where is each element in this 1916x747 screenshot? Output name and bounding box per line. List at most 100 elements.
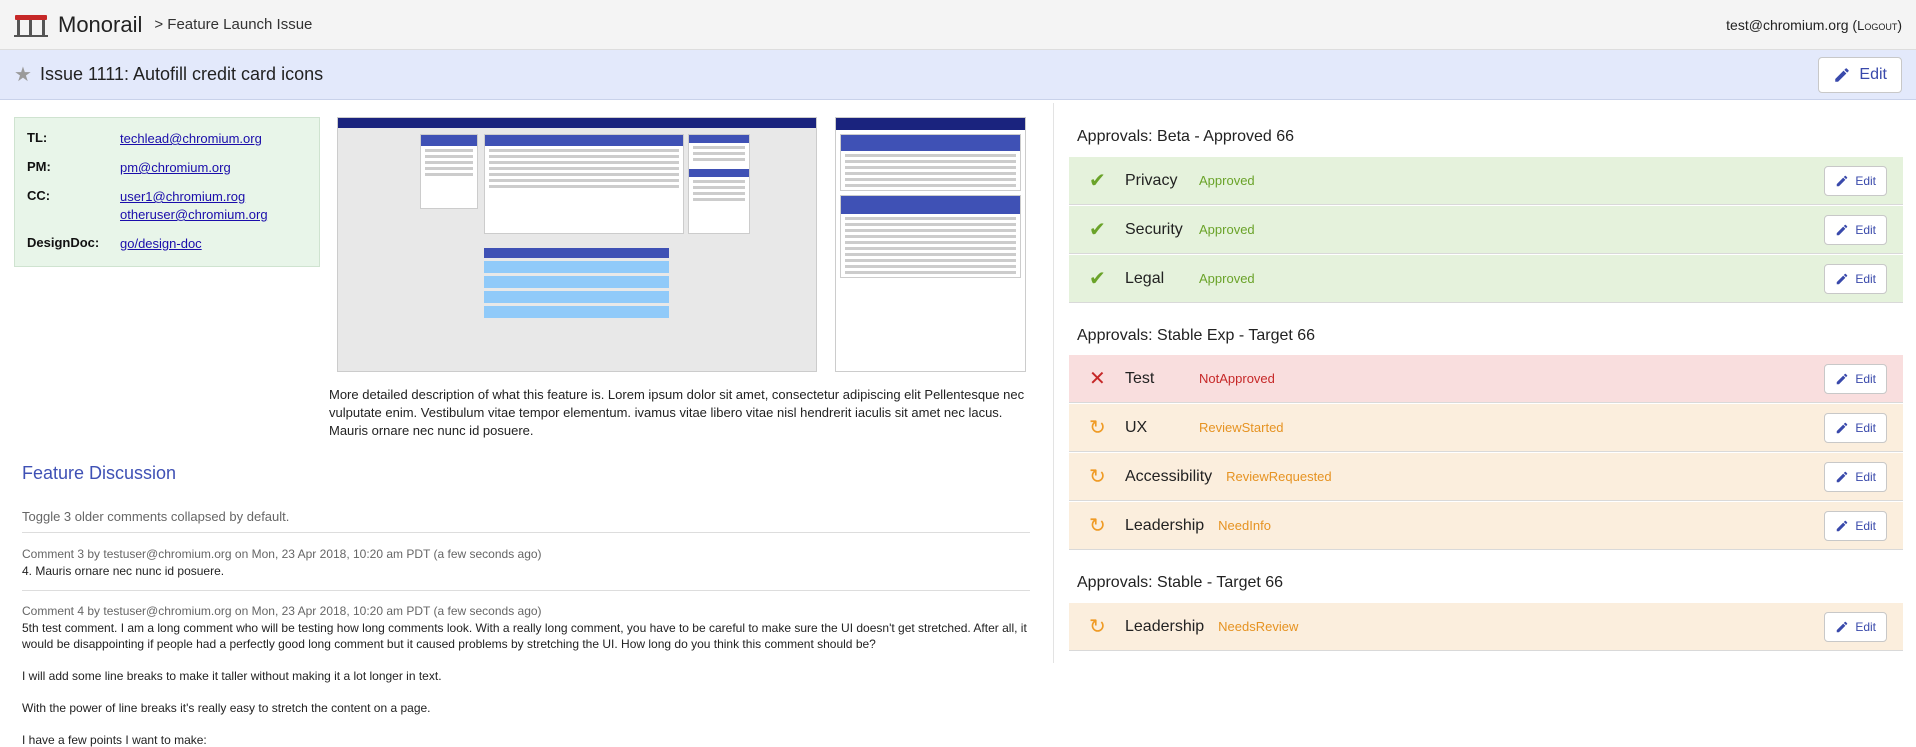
approval-name: Leadership	[1125, 617, 1205, 635]
approval-status: NotApproved	[1199, 371, 1275, 386]
cc-label: CC:	[27, 188, 51, 203]
edit-label: Edit	[1855, 222, 1876, 237]
issue-description: More detailed description of what this f…	[329, 387, 1025, 438]
edit-label: Edit	[1855, 271, 1876, 286]
edit-label: Edit	[1855, 420, 1876, 435]
edit-approval-button[interactable]: Edit	[1824, 214, 1887, 245]
comment: Comment 3 by testuser@chromium.org on Mo…	[22, 546, 1032, 579]
approval-row-leadership: ↻ Leadership NeedsReview Edit	[1069, 603, 1903, 651]
check-icon: ✔	[1089, 219, 1106, 241]
divider	[22, 590, 1030, 591]
pencil-icon	[1837, 224, 1848, 235]
approval-name: Legal	[1125, 269, 1165, 287]
cc-link[interactable]: user1@chromium.rog	[120, 188, 268, 206]
approval-row-leadership: ↻ Leadership NeedInfo Edit	[1069, 502, 1903, 550]
edit-approval-button[interactable]: Edit	[1824, 363, 1887, 394]
app-name[interactable]: Monorail	[58, 12, 142, 38]
pencil-icon	[1835, 67, 1850, 82]
edit-issue-label: Edit	[1859, 65, 1887, 83]
check-icon: ✔	[1089, 268, 1106, 290]
approval-status: Approved	[1199, 222, 1255, 237]
edit-approval-button[interactable]: Edit	[1824, 412, 1887, 443]
pencil-icon	[1837, 175, 1848, 186]
pencil-icon	[1837, 273, 1848, 284]
approval-row-accessibility: ↻ Accessibility ReviewRequested Edit	[1069, 453, 1903, 501]
approval-status: NeedInfo	[1218, 518, 1271, 533]
comment-body: 4. Mauris ornare nec nunc id posuere.	[22, 564, 225, 578]
approval-name: Leadership	[1125, 516, 1205, 534]
check-icon: ✔	[1089, 170, 1106, 192]
refresh-icon: ↻	[1089, 466, 1106, 488]
issue-title: Issue 1111: Autofill credit card icons	[39, 64, 324, 84]
refresh-icon: ↻	[1089, 616, 1106, 638]
tl-link[interactable]: techlead@chromium.org	[120, 130, 262, 148]
approval-row-security: ✔ Security Approved Edit	[1069, 206, 1903, 254]
approval-name: Security	[1125, 220, 1183, 238]
edit-label: Edit	[1855, 173, 1876, 188]
approval-status: ReviewStarted	[1199, 420, 1284, 435]
comment-body: I have a few points I want to make:	[22, 733, 207, 747]
refresh-icon: ↻	[1089, 515, 1106, 537]
approval-name: Accessibility	[1125, 467, 1213, 485]
edit-label: Edit	[1855, 518, 1876, 533]
toggle-older-comments[interactable]: Toggle 3 older comments collapsed by def…	[22, 509, 289, 524]
pm-label: PM:	[27, 159, 51, 174]
pm-link[interactable]: pm@chromium.org	[120, 159, 231, 177]
pencil-icon	[1837, 373, 1848, 384]
logout-close: )	[1897, 16, 1902, 33]
approvals-beta-heading: Approvals: Beta - Approved 66	[1077, 128, 1295, 145]
approvals-stable-exp-heading: Approvals: Stable Exp - Target 66	[1077, 327, 1316, 344]
designdoc-label: DesignDoc:	[27, 235, 100, 250]
screenshot-desktop[interactable]	[337, 117, 817, 372]
edit-approval-button[interactable]: Edit	[1824, 461, 1887, 492]
approvals-stable-heading: Approvals: Stable - Target 66	[1077, 574, 1284, 591]
monorail-logo-icon[interactable]	[14, 12, 48, 38]
refresh-icon: ↻	[1089, 417, 1106, 439]
approval-status: NeedsReview	[1218, 619, 1299, 634]
people-box: TL: techlead@chromium.org PM: pm@chromium.…	[14, 117, 320, 267]
comment-meta: Comment 3 by testuser@chromium.org on Mo…	[22, 547, 542, 561]
approval-status: Approved	[1199, 271, 1255, 286]
edit-issue-button[interactable]: Edit	[1818, 56, 1902, 93]
edit-approval-button[interactable]: Edit	[1824, 611, 1887, 642]
edit-approval-button[interactable]: Edit	[1824, 510, 1887, 541]
approval-row-legal: ✔ Legal Approved Edit	[1069, 255, 1903, 303]
approval-name: Privacy	[1125, 171, 1178, 189]
edit-approval-button[interactable]: Edit	[1824, 165, 1887, 196]
column-divider	[1053, 103, 1054, 663]
pencil-icon	[1837, 621, 1848, 632]
logout-link[interactable]: Logout	[1857, 18, 1897, 33]
cc-link[interactable]: otheruser@chromium.org	[120, 206, 268, 224]
edit-label: Edit	[1855, 619, 1876, 634]
comment-meta: Comment 4 by testuser@chromium.org on Mo…	[22, 604, 542, 618]
approval-status: ReviewRequested	[1226, 469, 1332, 484]
screenshot-mobile[interactable]	[835, 117, 1026, 372]
approval-name: Test	[1125, 369, 1155, 387]
comment-body: 5th test comment. I am a long comment wh…	[22, 621, 1027, 651]
pencil-icon	[1837, 422, 1848, 433]
approval-name: UX	[1125, 418, 1148, 436]
pencil-icon	[1837, 471, 1848, 482]
approval-row-ux: ↻ UX ReviewStarted Edit	[1069, 404, 1903, 452]
designdoc-link[interactable]: go/design-doc	[120, 235, 202, 253]
star-icon[interactable]: ★	[14, 62, 32, 87]
comment-body: With the power of line breaks it's reall…	[22, 701, 431, 715]
edit-approval-button[interactable]: Edit	[1824, 263, 1887, 294]
breadcrumb: > Feature Launch Issue	[154, 16, 313, 33]
x-icon: ✕	[1089, 368, 1106, 390]
user-email: test@chromium.org	[1726, 16, 1849, 33]
edit-label: Edit	[1855, 371, 1876, 386]
feature-discussion-heading: Feature Discussion	[22, 463, 177, 483]
approval-row-test: ✕ Test NotApproved Edit	[1069, 355, 1903, 403]
tl-label: TL:	[27, 130, 48, 145]
comment-body: I will add some line breaks to make it t…	[22, 669, 442, 683]
pencil-icon	[1837, 520, 1848, 531]
comment: Comment 4 by testuser@chromium.org on Mo…	[22, 603, 1032, 747]
approval-row-privacy: ✔ Privacy Approved Edit	[1069, 157, 1903, 205]
approval-status: Approved	[1199, 173, 1255, 188]
user-area: test@chromium.org (Logout)	[1726, 17, 1902, 33]
edit-label: Edit	[1855, 469, 1876, 484]
top-bar: Monorail > Feature Launch Issue test@chr…	[0, 0, 1916, 50]
issue-header: ★ Issue 1111: Autofill credit card icons…	[0, 50, 1916, 100]
divider	[22, 532, 1030, 533]
